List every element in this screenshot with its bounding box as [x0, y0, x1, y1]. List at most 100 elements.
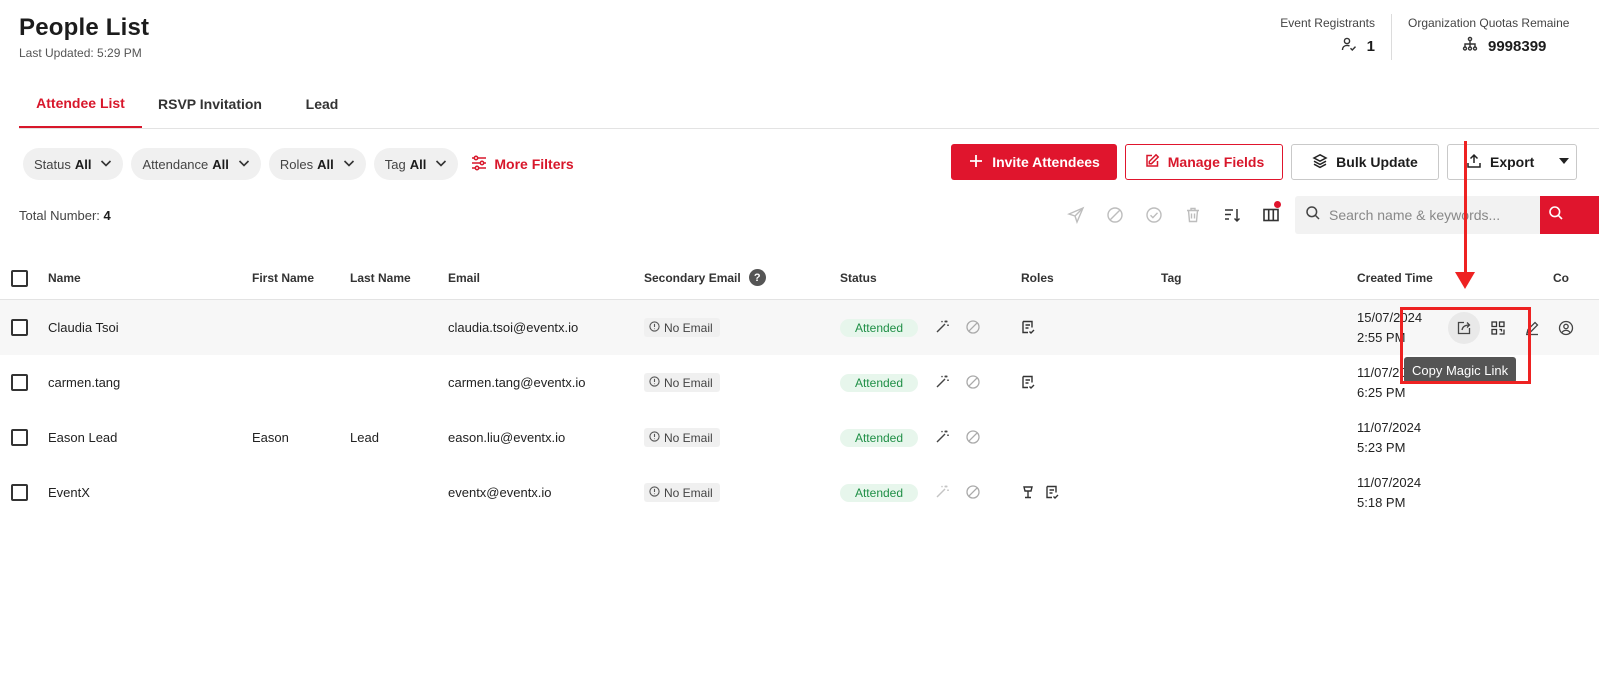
row-checkbox[interactable]	[11, 429, 28, 446]
magic-wand-icon[interactable]	[933, 318, 951, 336]
cell-email: claudia.tsoi@eventx.io	[448, 320, 579, 335]
filter-status[interactable]: Status All	[23, 148, 124, 180]
invite-attendees-button[interactable]: Invite Attendees	[951, 144, 1117, 180]
col-secondary-email[interactable]: Secondary Email ?	[644, 269, 766, 286]
secondary-email-badge: No Email	[644, 373, 720, 392]
filter-attendance[interactable]: Attendance All	[131, 148, 261, 180]
lamp-icon	[1019, 483, 1037, 501]
table-row[interactable]: Claudia Tsoi claudia.tsoi@eventx.io No E…	[0, 300, 1599, 355]
created-date: 11/07/2024	[1357, 420, 1422, 435]
secondary-email-badge: No Email	[644, 318, 720, 337]
tab-lead[interactable]: Lead	[289, 80, 355, 128]
ban-icon[interactable]	[964, 483, 982, 501]
tab-attendee-list[interactable]: Attendee List	[19, 80, 142, 128]
edit-icon	[1144, 153, 1160, 172]
stat-quotas: Organization Quotas Remaine 9998399	[1391, 14, 1599, 60]
col-tag[interactable]: Tag	[1161, 271, 1181, 285]
stat-quotas-value: 9998399	[1488, 37, 1547, 55]
ban-icon[interactable]	[964, 373, 982, 391]
col-last-name[interactable]: Last Name	[350, 271, 411, 285]
table-header: Name First Name Last Name Email Secondar…	[0, 257, 1599, 300]
cell-first-name: Eason	[252, 430, 289, 445]
check-circle-icon[interactable]	[1134, 204, 1173, 226]
ban-icon[interactable]	[1095, 204, 1134, 226]
col-email[interactable]: Email	[448, 271, 480, 285]
manage-fields-label: Manage Fields	[1167, 154, 1265, 170]
send-icon[interactable]	[1056, 204, 1095, 226]
chevron-down-icon	[95, 156, 113, 173]
layers-icon	[1312, 153, 1328, 172]
col-secondary-email-label: Secondary Email	[644, 270, 741, 285]
tab-bar: Attendee List RSVP Invitation Lead	[19, 80, 1599, 129]
cell-created-time: 11/07/2024 5:18 PM	[1357, 473, 1421, 513]
status-badge: Attended	[840, 319, 918, 337]
cell-name[interactable]: EventX	[48, 485, 90, 500]
cell-created-time: 11/07/2024 5:23 PM	[1357, 418, 1421, 458]
info-icon	[649, 320, 660, 335]
search-icon	[1548, 205, 1564, 226]
filter-roles[interactable]: Roles All	[268, 148, 366, 180]
created-time: 5:18 PM	[1357, 495, 1406, 510]
filter-attendance-value: All	[212, 156, 229, 172]
magic-wand-icon[interactable]	[933, 428, 951, 446]
columns-icon[interactable]	[1251, 201, 1290, 226]
row-checkbox[interactable]	[11, 484, 28, 501]
clipboard-check-icon	[1043, 483, 1061, 501]
info-icon	[649, 485, 660, 500]
copy-magic-link-button[interactable]	[1448, 312, 1480, 344]
row-checkbox[interactable]	[11, 319, 28, 336]
created-time: 2:55 PM	[1357, 330, 1406, 345]
help-icon[interactable]: ?	[748, 269, 766, 286]
row-checkbox[interactable]	[11, 374, 28, 391]
table-row[interactable]: EventX eventx@eventx.io No Email Attende…	[0, 465, 1599, 520]
cell-email: eason.liu@eventx.io	[448, 430, 566, 445]
magic-wand-icon[interactable]	[933, 373, 951, 391]
col-status[interactable]: Status	[840, 271, 877, 285]
created-time: 6:25 PM	[1357, 385, 1406, 400]
col-first-name[interactable]: First Name	[252, 271, 314, 285]
bulk-update-label: Bulk Update	[1336, 154, 1418, 170]
bulk-update-button[interactable]: Bulk Update	[1291, 144, 1439, 180]
filter-tag[interactable]: Tag All	[373, 148, 459, 180]
status-badge: Attended	[840, 484, 918, 502]
edit-button[interactable]	[1516, 312, 1548, 344]
select-all-checkbox[interactable]	[11, 270, 28, 287]
copy-magic-link-tooltip: Copy Magic Link	[1404, 357, 1517, 383]
tab-rsvp-invitation[interactable]: RSVP Invitation	[149, 80, 271, 128]
clipboard-check-icon	[1019, 373, 1037, 391]
filter-status-value: All	[74, 156, 92, 172]
caret-down-icon	[1556, 153, 1572, 172]
trash-icon[interactable]	[1173, 204, 1212, 226]
cell-name[interactable]: Claudia Tsoi	[48, 320, 119, 335]
qr-code-button[interactable]	[1482, 312, 1514, 344]
sliders-icon	[470, 154, 488, 175]
table-row[interactable]: Eason Lead Eason Lead eason.liu@eventx.i…	[0, 410, 1599, 465]
status-badge: Attended	[840, 429, 918, 447]
sort-icon[interactable]	[1212, 204, 1251, 226]
user-circle-button[interactable]	[1550, 312, 1582, 344]
cell-name[interactable]: carmen.tang	[48, 375, 120, 390]
col-extra[interactable]: Co	[1553, 271, 1569, 285]
secondary-email-value: No Email	[664, 430, 713, 445]
search-input[interactable]	[1329, 207, 1529, 223]
secondary-email-value: No Email	[664, 375, 713, 390]
secondary-email-value: No Email	[664, 485, 713, 500]
action-bar: Invite Attendees Manage Fields Bulk Upda…	[951, 144, 1577, 180]
secondary-email-badge: No Email	[644, 428, 720, 447]
info-icon	[649, 375, 660, 390]
cell-email: carmen.tang@eventx.io	[448, 375, 586, 390]
ban-icon[interactable]	[964, 428, 982, 446]
col-created-time[interactable]: Created Time	[1357, 271, 1433, 285]
col-name[interactable]: Name	[48, 271, 81, 285]
search-button[interactable]	[1540, 196, 1599, 234]
magic-wand-icon[interactable]	[933, 483, 951, 501]
status-badge: Attended	[840, 374, 918, 392]
manage-fields-button[interactable]: Manage Fields	[1125, 144, 1283, 180]
more-filters-button[interactable]: More Filters	[470, 154, 574, 175]
total-number: Total Number: 4	[19, 208, 111, 223]
cell-name[interactable]: Eason Lead	[48, 430, 117, 445]
attendee-table: Name First Name Last Name Email Secondar…	[0, 257, 1599, 520]
table-row[interactable]: carmen.tang carmen.tang@eventx.io No Ema…	[0, 355, 1599, 410]
col-roles[interactable]: Roles	[1021, 271, 1054, 285]
ban-icon[interactable]	[964, 318, 982, 336]
